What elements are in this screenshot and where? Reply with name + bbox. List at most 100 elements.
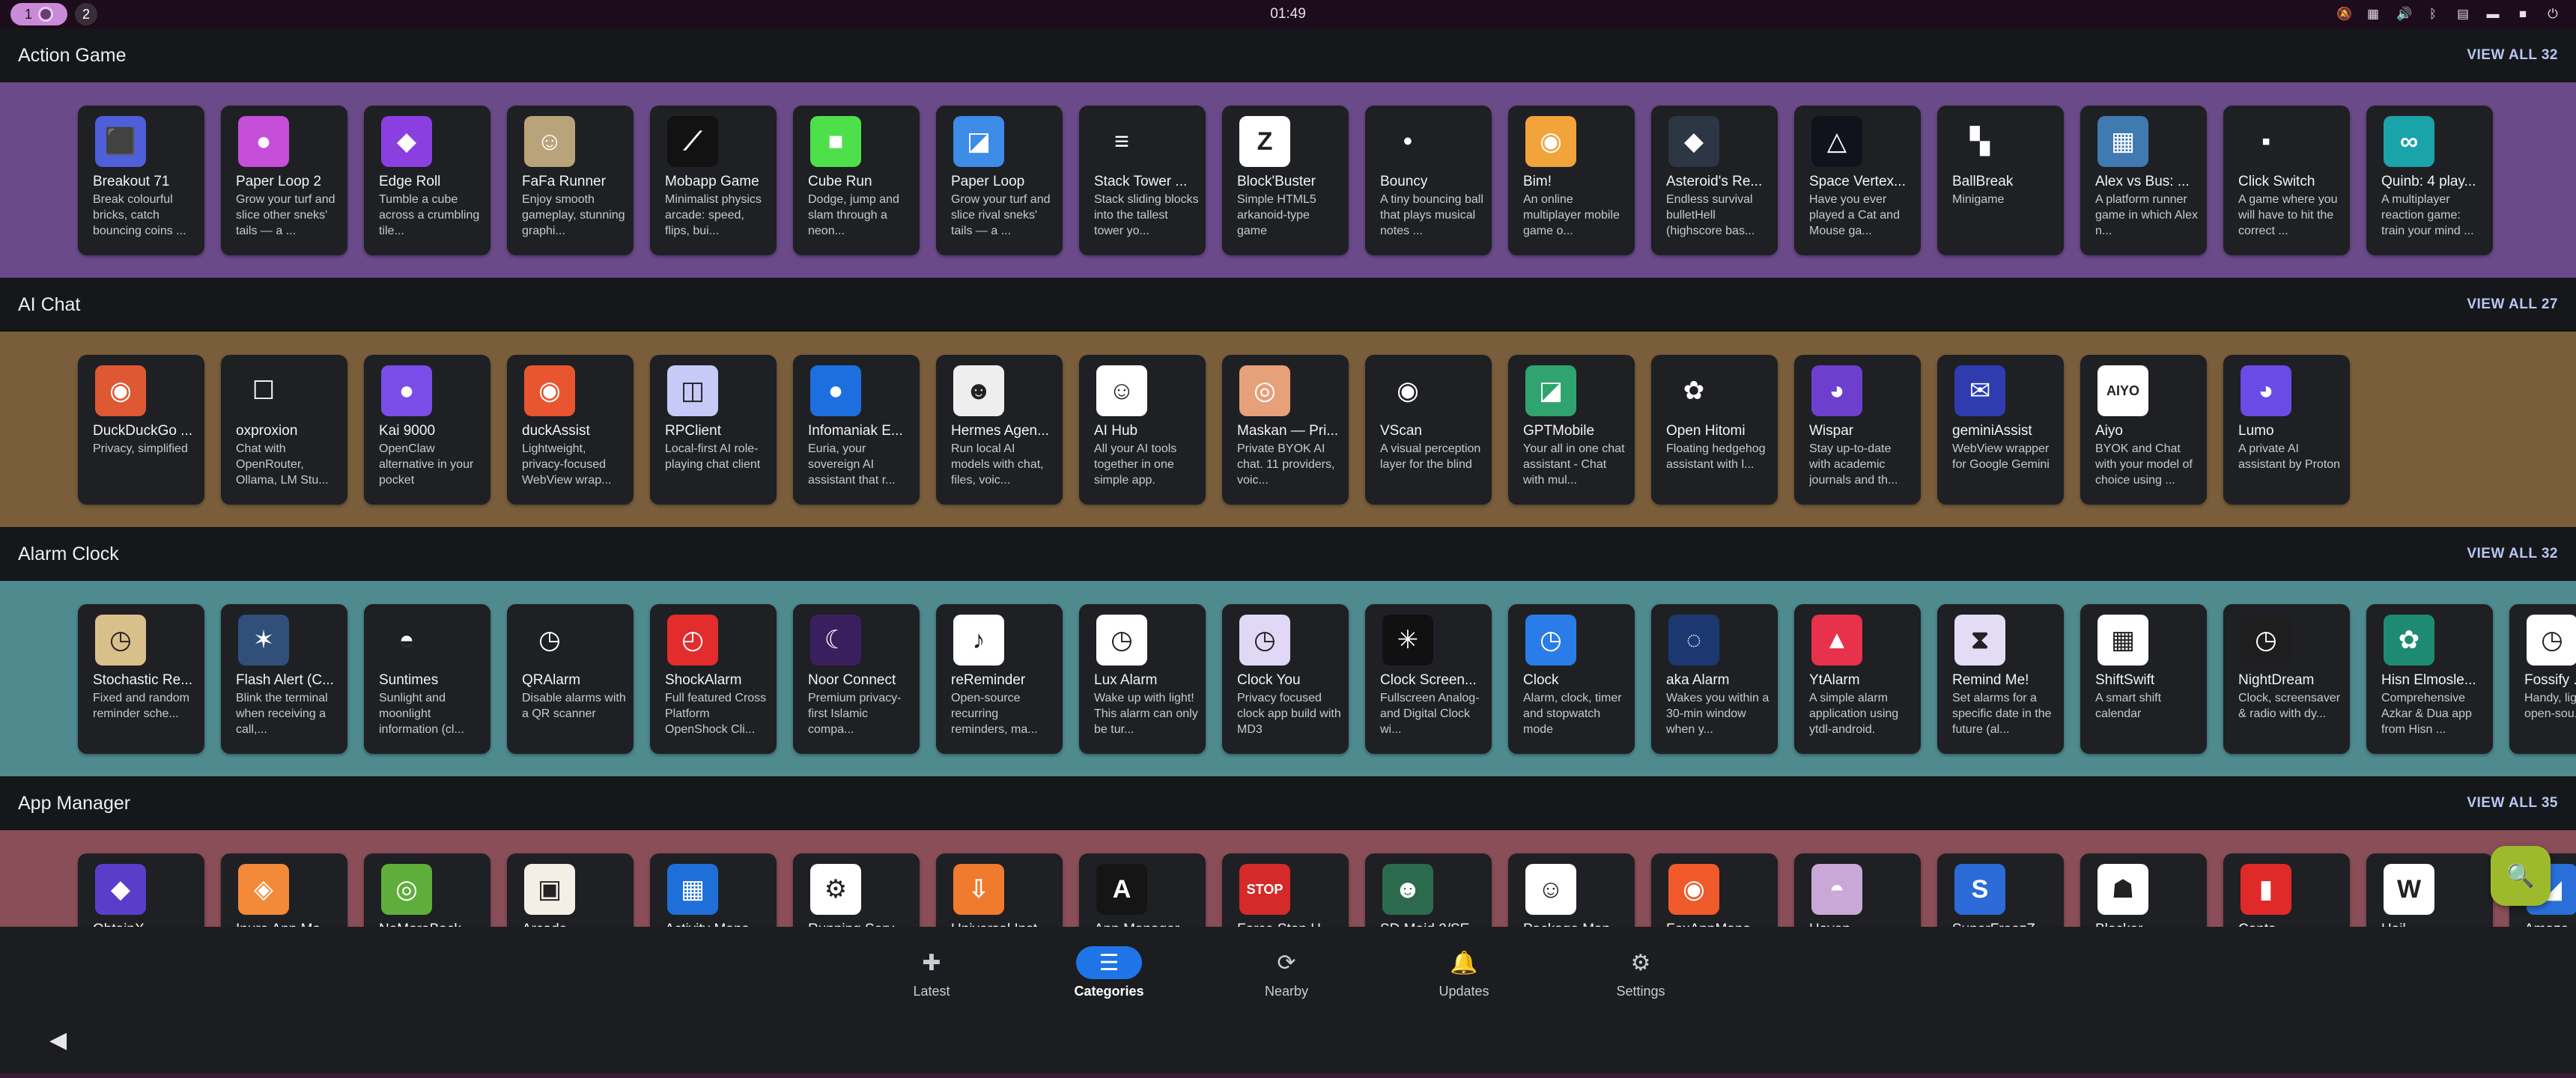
app-card[interactable]: ☺ AI Hub All your AI tools together in one… (1079, 355, 1206, 505)
categories-list[interactable]: Action Game VIEW ALL 32 ⬛ Breakout 71 Break … (0, 28, 2576, 927)
nav-categories[interactable]: ☰ Categories (1060, 946, 1158, 999)
app-carousel[interactable]: ◉ DuckDuckGo ... Privacy, simplified ☐ oxpro… (0, 332, 2576, 527)
app-card[interactable]: ◆ Edge Roll Tumble a cube across a crumbli… (364, 106, 490, 255)
app-card[interactable]: ▦ Alex vs Bus: ... A platform runner game … (2080, 106, 2207, 255)
app-icon: ☺ (1525, 864, 1576, 915)
nav-updates[interactable]: 🔔 Updates (1415, 946, 1513, 999)
app-card[interactable]: ▪ Click Switch A game where you will have … (2223, 106, 2350, 255)
app-card[interactable]: ▲ YtAlarm A simple alarm application using… (1794, 604, 1921, 754)
app-card[interactable]: ● Kai 9000 OpenClaw alternative in your po… (364, 355, 490, 505)
app-card[interactable]: ◕ Lumo A private AI assistant by Proton (2223, 355, 2350, 505)
app-card[interactable]: ◈ Inure App Ma... (221, 853, 347, 927)
app-card[interactable]: ◷ Fossify ... Handy, lightweight, open-sou… (2509, 604, 2576, 754)
network-icon[interactable]: ▦ (2366, 7, 2380, 22)
app-card[interactable]: ☻ Hermes Agen... Run local AI models with … (936, 355, 1063, 505)
app-card[interactable]: ◉ Bim! An online multiplayer mobile game o… (1508, 106, 1635, 255)
app-carousel[interactable]: ⬛ Breakout 71 Break colourful bricks, catc… (0, 82, 2576, 278)
workspace-1[interactable]: 1 (10, 3, 67, 25)
app-card[interactable]: ◉ duckAssist Lightweight, privacy-focused … (507, 355, 634, 505)
app-card[interactable]: ◫ RPClient Local-first AI role-playing cha… (650, 355, 777, 505)
app-card[interactable]: ▦ ShiftSwift A smart shift calendar (2080, 604, 2207, 754)
app-card[interactable]: ◎ Maskan — Pri... Private BYOK AI chat. 11… (1222, 355, 1349, 505)
notification-icon[interactable]: ■ (2516, 7, 2530, 22)
app-card[interactable]: ◎ NoMoreBack (364, 853, 490, 927)
app-carousel[interactable]: ◷ Stochastic Re... Fixed and random remind… (0, 581, 2576, 776)
app-card[interactable]: Z Block'Buster Simple HTML5 arkanoid-type … (1222, 106, 1349, 255)
app-card[interactable]: ⇩ Universal Inst... (936, 853, 1063, 927)
app-card[interactable]: S SuperFreezZ... (1937, 853, 2064, 927)
app-card[interactable]: ◷ Stochastic Re... Fixed and random remind… (78, 604, 204, 754)
app-card[interactable]: ⚙ Running Serv... (793, 853, 920, 927)
workspace-switcher: 1 2 (10, 3, 97, 25)
app-card[interactable]: A App Manager (1079, 853, 1206, 927)
app-card[interactable]: ● Infomaniak E... Euria, your sovereign AI… (793, 355, 920, 505)
app-card[interactable]: ▣ Arcade (507, 853, 634, 927)
app-carousel[interactable]: ◆ ObtainX ◈ Inure App Ma... ◎ NoMoreBack ▣ Arca… (0, 830, 2576, 927)
app-card[interactable]: ☗ Blocker (2080, 853, 2207, 927)
app-card[interactable]: ◆ Asteroid's Re... Endless survival bullet… (1651, 106, 1778, 255)
app-card[interactable]: ◪ Paper Loop Grow your turf and slice riva… (936, 106, 1063, 255)
nav-nearby[interactable]: ⟳ Nearby (1238, 946, 1335, 999)
app-card[interactable]: ✿ Open Hitomi Floating hedgehog assistant … (1651, 355, 1778, 505)
power-icon[interactable]: ⏻ (2546, 7, 2560, 22)
notifications-muted-icon[interactable]: 🔕 (2336, 7, 2352, 22)
app-card[interactable]: ≡ Stack Tower ... Stack sliding blocks int… (1079, 106, 1206, 255)
app-card[interactable]: ◉ FoxAppMana... (1651, 853, 1778, 927)
app-card[interactable]: ◓ Haven (1794, 853, 1921, 927)
app-card[interactable]: ◕ Wispar Stay up-to-date with academic jou… (1794, 355, 1921, 505)
app-card[interactable]: ♪ reReminder Open-source recurring reminde… (936, 604, 1063, 754)
volume-icon[interactable]: 🔊 (2396, 7, 2412, 22)
app-card[interactable]: ◉ DuckDuckGo ... Privacy, simplified (78, 355, 204, 505)
app-card[interactable]: ∞ Quinb: 4 play... A multiplayer reaction … (2366, 106, 2493, 255)
app-card[interactable]: • Bouncy A tiny bouncing ball that plays m… (1365, 106, 1492, 255)
app-card[interactable]: ✉ geminiAssist WebView wrapper for Google … (1937, 355, 2064, 505)
app-card[interactable]: ☺ FaFa Runner Enjoy smooth gameplay, stunn… (507, 106, 634, 255)
app-card[interactable]: ◓ Suntimes Sunlight and moonlight informat… (364, 604, 490, 754)
app-card[interactable]: ▦ Activity Mana... (650, 853, 777, 927)
app-card[interactable]: ☾ Noor Connect Premium privacy-first Islam… (793, 604, 920, 754)
workspace-2[interactable]: 2 (75, 3, 97, 25)
app-card[interactable]: STOP Force Stop H... (1222, 853, 1349, 927)
nav-updates-icon: 🔔 (1450, 950, 1478, 975)
app-card[interactable]: ✶ Flash Alert (C... Blink the terminal whe… (221, 604, 347, 754)
app-card[interactable]: ✳ Clock Screen... Fullscreen Analog- and D… (1365, 604, 1492, 754)
app-card[interactable]: ☐ oxproxion Chat with OpenRouter, Ollama, … (221, 355, 347, 505)
app-card[interactable]: ▮ Canta (2223, 853, 2350, 927)
nav-settings[interactable]: ⚙ Settings (1592, 946, 1689, 999)
back-icon[interactable]: ◀ (49, 1027, 67, 1053)
app-card[interactable]: △ Space Vertex... Have you ever played a C… (1794, 106, 1921, 255)
app-icon: ◷ (1525, 615, 1576, 666)
app-card[interactable]: ⬛ Breakout 71 Break colourful bricks, catc… (78, 106, 204, 255)
chat-icon[interactable]: ▬ (2486, 7, 2500, 22)
view-all-button[interactable]: VIEW ALL 35 (2467, 795, 2558, 811)
app-card[interactable]: ■ Cube Run Dodge, jump and slam through a … (793, 106, 920, 255)
app-card[interactable]: ◴ ShockAlarm Full featured Cross Platform … (650, 604, 777, 754)
bluetooth-icon[interactable]: ᛒ (2426, 7, 2440, 22)
nav-latest[interactable]: ✚ Latest (883, 946, 980, 999)
app-name: FaFa Runner (522, 174, 606, 189)
app-card[interactable]: ◷ NightDream Clock, screensaver & radio wi… (2223, 604, 2350, 754)
app-card[interactable]: ◷ Clock You Privacy focused clock app buil… (1222, 604, 1349, 754)
app-card[interactable]: ⧗ Remind Me! Set alarms for a specific dat… (1937, 604, 2064, 754)
app-card[interactable]: ⟋ Mobapp Game Minimalist physics arcade: s… (650, 106, 777, 255)
app-summary: Open-source recurring reminders, ma... (951, 692, 1038, 736)
app-card[interactable]: ✿ Hisn Elmosle... Comprehensive Azkar & Du… (2366, 604, 2493, 754)
app-card[interactable]: W Hail (2366, 853, 2493, 927)
app-card[interactable]: ◌ aka Alarm Wakes you within a 30-min wind… (1651, 604, 1778, 754)
app-card[interactable]: ◷ Lux Alarm Wake up with light! This alarm… (1079, 604, 1206, 754)
app-card[interactable]: ☻ SD Maid 2/SE... (1365, 853, 1492, 927)
app-card[interactable]: ◷ Clock Alarm, clock, timer and stopwatch … (1508, 604, 1635, 754)
app-card[interactable]: ◷ QRAlarm Disable alarms with a QR scanner (507, 604, 634, 754)
app-card[interactable]: ● Paper Loop 2 Grow your turf and slice ot… (221, 106, 347, 255)
view-all-button[interactable]: VIEW ALL 32 (2467, 546, 2558, 562)
app-card[interactable]: ◆ ObtainX (78, 853, 204, 927)
calendar-icon[interactable]: ▤ (2456, 7, 2470, 22)
view-all-button[interactable]: VIEW ALL 27 (2467, 296, 2558, 313)
app-card[interactable]: ◪ GPTMobile Your all in one chat assistant… (1508, 355, 1635, 505)
view-all-button[interactable]: VIEW ALL 32 (2467, 47, 2558, 64)
app-card[interactable]: ▚ BallBreak Minigame (1937, 106, 2064, 255)
app-card[interactable]: ◉ VScan A visual perception layer for the … (1365, 355, 1492, 505)
app-card[interactable]: ☺ Package Man... (1508, 853, 1635, 927)
search-fab[interactable]: 🔍 (2491, 846, 2551, 906)
app-card[interactable]: AIYO Aiyo BYOK and Chat with your model of… (2080, 355, 2207, 505)
